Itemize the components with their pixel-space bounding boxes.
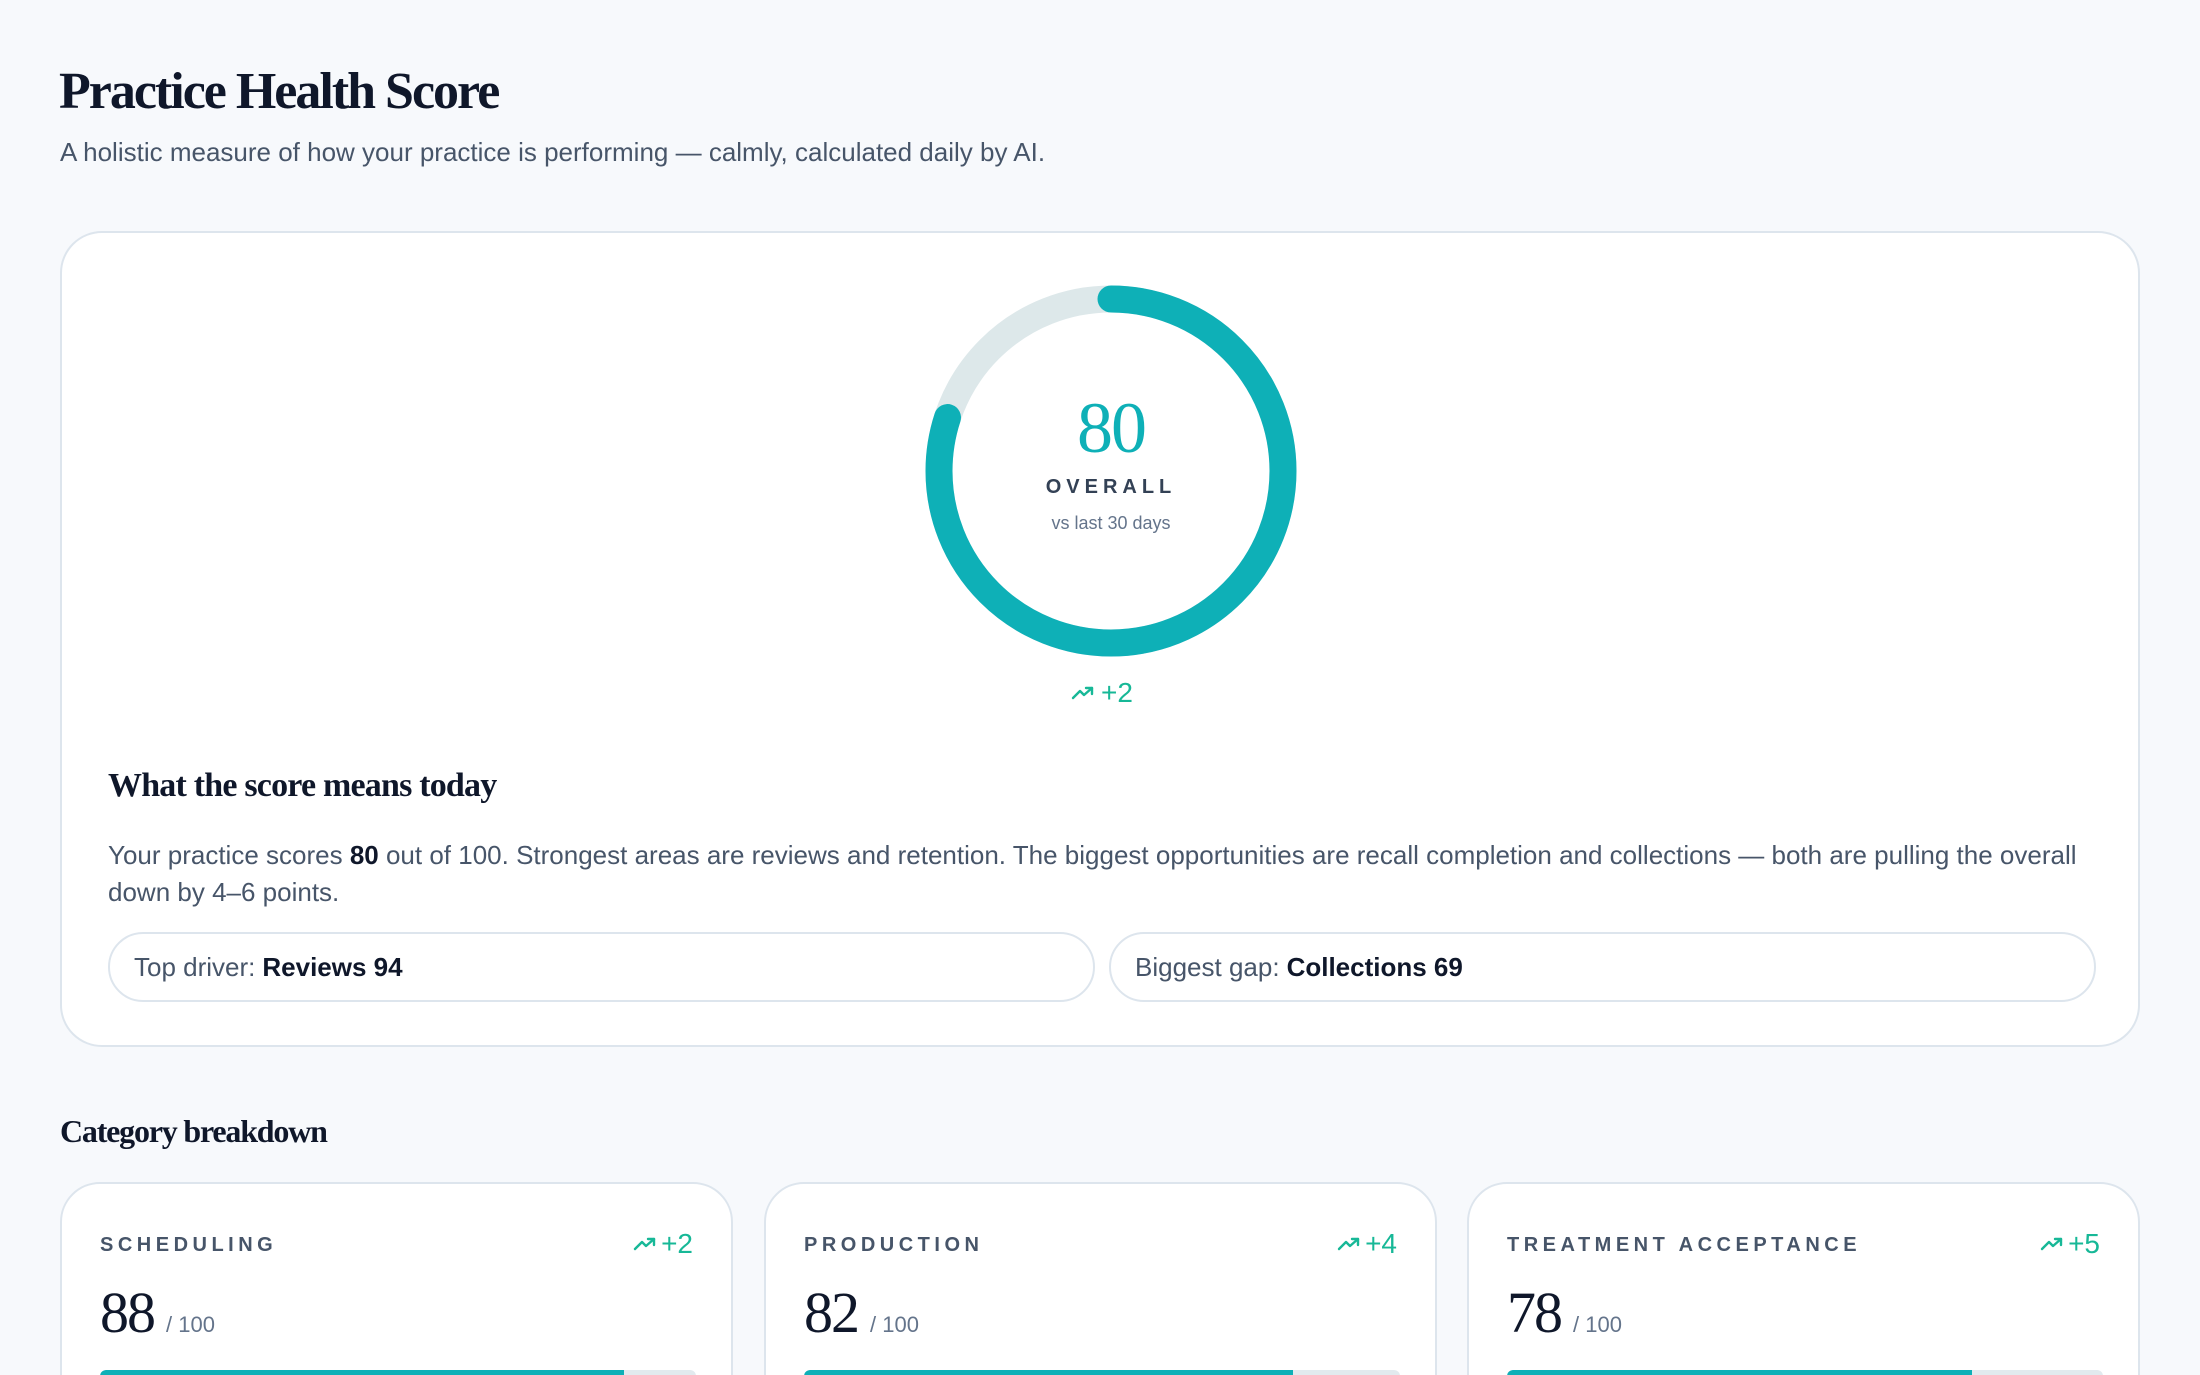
overall-score-label: OVERALL (1045, 476, 1177, 498)
summary-text: Your practice scores 80 out of 100. Stro… (108, 840, 2077, 907)
category-progress-fill (100, 1370, 625, 1375)
overall-comparison-period: vs last 30 days (1051, 513, 1171, 533)
trending-up-icon (1337, 1237, 1360, 1251)
category-score: 88 / 100 (100, 1284, 215, 1342)
category-score: 78 / 100 (1507, 1284, 1622, 1342)
summary-title: What the score means today (108, 767, 497, 804)
overall-score-value: 80 (1077, 388, 1147, 468)
category-trend-value: +4 (1365, 1228, 1397, 1259)
category-score-value: 78 (1507, 1280, 1563, 1345)
gauge-center: 80 OVERALL vs last 30 days (915, 275, 1307, 667)
category-trend: +5 (2040, 1228, 2100, 1260)
biggest-gap-label: Biggest gap: (1135, 951, 1280, 982)
trending-up-icon (633, 1237, 656, 1251)
category-card-scheduling[interactable]: SCHEDULING +2 88 / 100 (60, 1182, 733, 1375)
health-score-page: Practice Health Score A holistic measure… (0, 0, 2200, 1375)
category-trend-value: +5 (2068, 1228, 2100, 1259)
overall-score-card: 80 OVERALL vs last 30 days +2 What the s… (60, 231, 2140, 1047)
top-driver-value: Reviews 94 (262, 951, 403, 982)
category-score: 82 / 100 (804, 1284, 919, 1342)
overall-trend-value: +2 (1101, 677, 1133, 708)
category-trend-value: +2 (661, 1228, 693, 1259)
category-card-production[interactable]: PRODUCTION +4 82 / 100 (764, 1182, 1437, 1375)
category-score-max: / 100 (1573, 1312, 1622, 1337)
overall-trend: +2 (62, 677, 2142, 709)
biggest-gap-value: Collections 69 (1286, 951, 1463, 982)
category-name: PRODUCTION (804, 1234, 984, 1256)
page-subtitle: A holistic measure of how your practice … (60, 137, 1046, 167)
page-title: Practice Health Score (59, 63, 500, 120)
biggest-gap-pill: Biggest gap: Collections 69 (1109, 932, 2096, 1002)
top-driver-pill: Top driver: Reviews 94 (108, 932, 1095, 1002)
category-progress-bar (1507, 1370, 2103, 1375)
category-progress-fill (804, 1370, 1293, 1375)
category-trend: +2 (633, 1228, 693, 1260)
category-progress-bar (100, 1370, 696, 1375)
category-trend: +4 (1337, 1228, 1397, 1260)
category-score-max: / 100 (166, 1312, 215, 1337)
category-score-value: 88 (100, 1280, 156, 1345)
category-progress-fill (1507, 1370, 1972, 1375)
category-name: SCHEDULING (100, 1234, 278, 1256)
trending-up-icon (2040, 1237, 2063, 1251)
trending-up-icon (1071, 686, 1094, 700)
category-progress-bar (804, 1370, 1400, 1375)
category-score-value: 82 (804, 1280, 860, 1345)
category-breakdown-title: Category breakdown (60, 1113, 328, 1149)
category-score-max: / 100 (870, 1312, 919, 1337)
top-driver-label: Top driver: (134, 951, 256, 982)
category-name: TREATMENT ACCEPTANCE (1507, 1234, 1862, 1256)
category-card-treatment-acceptance[interactable]: TREATMENT ACCEPTANCE +5 78 / 100 (1467, 1182, 2140, 1375)
summary-score: 80 (349, 840, 379, 870)
